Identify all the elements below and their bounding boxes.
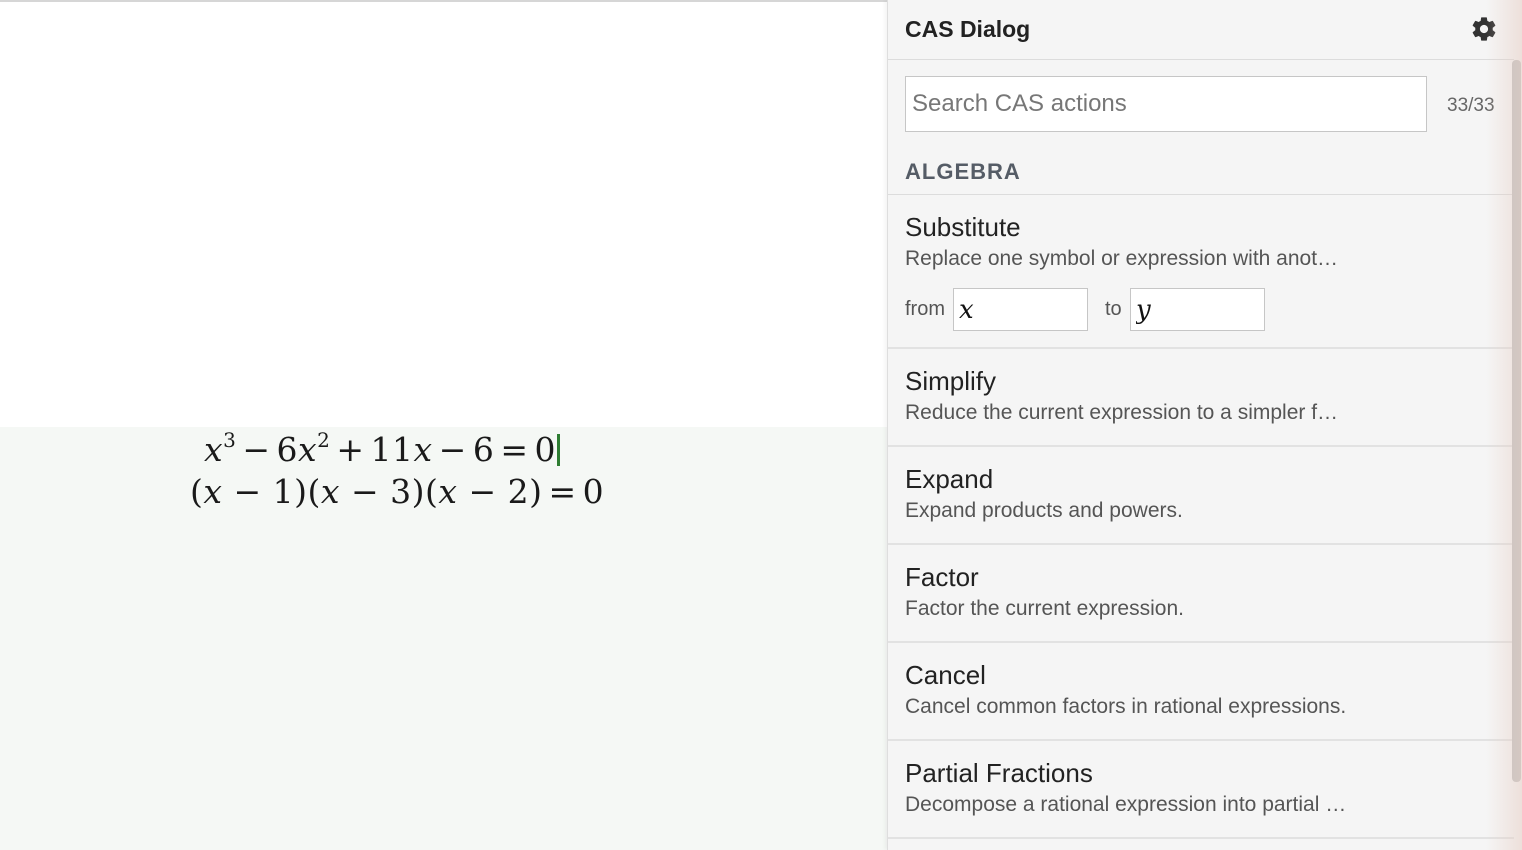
equation-line-original[interactable]: x3−6x2 +11x −6 = 0 xyxy=(204,430,560,469)
action-factor[interactable]: Factor Factor the current expression. xyxy=(888,545,1514,643)
action-description: Reduce the current expression to a simpl… xyxy=(905,401,1339,424)
coefficient: 11 xyxy=(370,430,414,469)
editor-blank-area xyxy=(0,2,887,427)
result-count: 33/33 xyxy=(1447,95,1495,116)
var-x: x xyxy=(413,430,433,469)
operator: − xyxy=(242,430,271,469)
equation-line-factored[interactable]: (x − 1)(x − 3)(x − 2) = 0 xyxy=(190,472,604,511)
right-hand-side: 0 xyxy=(582,472,605,511)
action-partial-fractions[interactable]: Partial Fractions Decompose a rational e… xyxy=(888,741,1514,839)
factor-rest: − 1) xyxy=(222,472,308,511)
action-description: Expand products and powers. xyxy=(905,499,1183,522)
var-x: x xyxy=(438,472,458,511)
factor-rest: − 2) xyxy=(457,472,543,511)
action-description: Factor the current expression. xyxy=(905,597,1184,620)
equals-sign: = xyxy=(500,430,529,469)
action-substitute[interactable]: Substitute Replace one symbol or express… xyxy=(888,195,1514,349)
action-description: Replace one symbol or expression with an… xyxy=(905,247,1339,270)
right-hand-side: 0 xyxy=(534,430,556,469)
math-editor[interactable]: x3−6x2 +11x −6 = 0 (x − 1)(x − 3)(x − 2) = 0 xyxy=(0,0,887,850)
section-header-algebra: ALGEBRA xyxy=(905,159,1021,184)
cas-dialog-panel: CAS Dialog 33/33 ALGEBRA Substitute Repl… xyxy=(887,0,1522,850)
action-description: Cancel common factors in rational expres… xyxy=(905,695,1347,718)
panel-header: CAS Dialog xyxy=(888,0,1514,60)
var-x: x xyxy=(204,430,224,469)
factor-rest: − 3) xyxy=(340,472,425,511)
equals-sign: = xyxy=(548,472,577,511)
substitute-to-input[interactable] xyxy=(1130,288,1265,331)
action-title: Cancel xyxy=(905,660,986,690)
substitute-from-input[interactable] xyxy=(953,288,1088,331)
gear-icon[interactable] xyxy=(1470,15,1498,43)
search-input[interactable] xyxy=(905,76,1427,132)
operator: − xyxy=(438,430,467,469)
action-title: Simplify xyxy=(905,366,997,396)
paren: ( xyxy=(425,472,439,511)
from-label: from xyxy=(905,298,945,320)
constant: 6 xyxy=(472,430,495,469)
paren: ( xyxy=(307,472,321,511)
action-cancel[interactable]: Cancel Cancel common factors in rational… xyxy=(888,643,1514,741)
action-description: Decompose a rational expression into par… xyxy=(905,793,1347,816)
text-caret xyxy=(556,434,560,466)
scrollbar[interactable] xyxy=(1512,60,1521,782)
action-title: Expand xyxy=(905,464,994,494)
var-x: x xyxy=(298,430,318,469)
action-expand[interactable]: Expand Expand products and powers. xyxy=(888,447,1514,545)
action-title: Partial Fractions xyxy=(905,758,1093,788)
action-title: Substitute xyxy=(905,212,1021,242)
panel-title: CAS Dialog xyxy=(905,16,1031,42)
coefficient: 6 xyxy=(276,430,299,469)
action-simplify[interactable]: Simplify Reduce the current expression t… xyxy=(888,349,1514,447)
action-title: Factor xyxy=(905,562,979,592)
operator: + xyxy=(336,430,365,469)
to-label: to xyxy=(1105,298,1122,320)
paren: ( xyxy=(190,472,204,511)
exponent: 2 xyxy=(317,428,331,452)
var-x: x xyxy=(320,472,340,511)
exponent: 3 xyxy=(223,428,237,452)
var-x: x xyxy=(203,472,223,511)
